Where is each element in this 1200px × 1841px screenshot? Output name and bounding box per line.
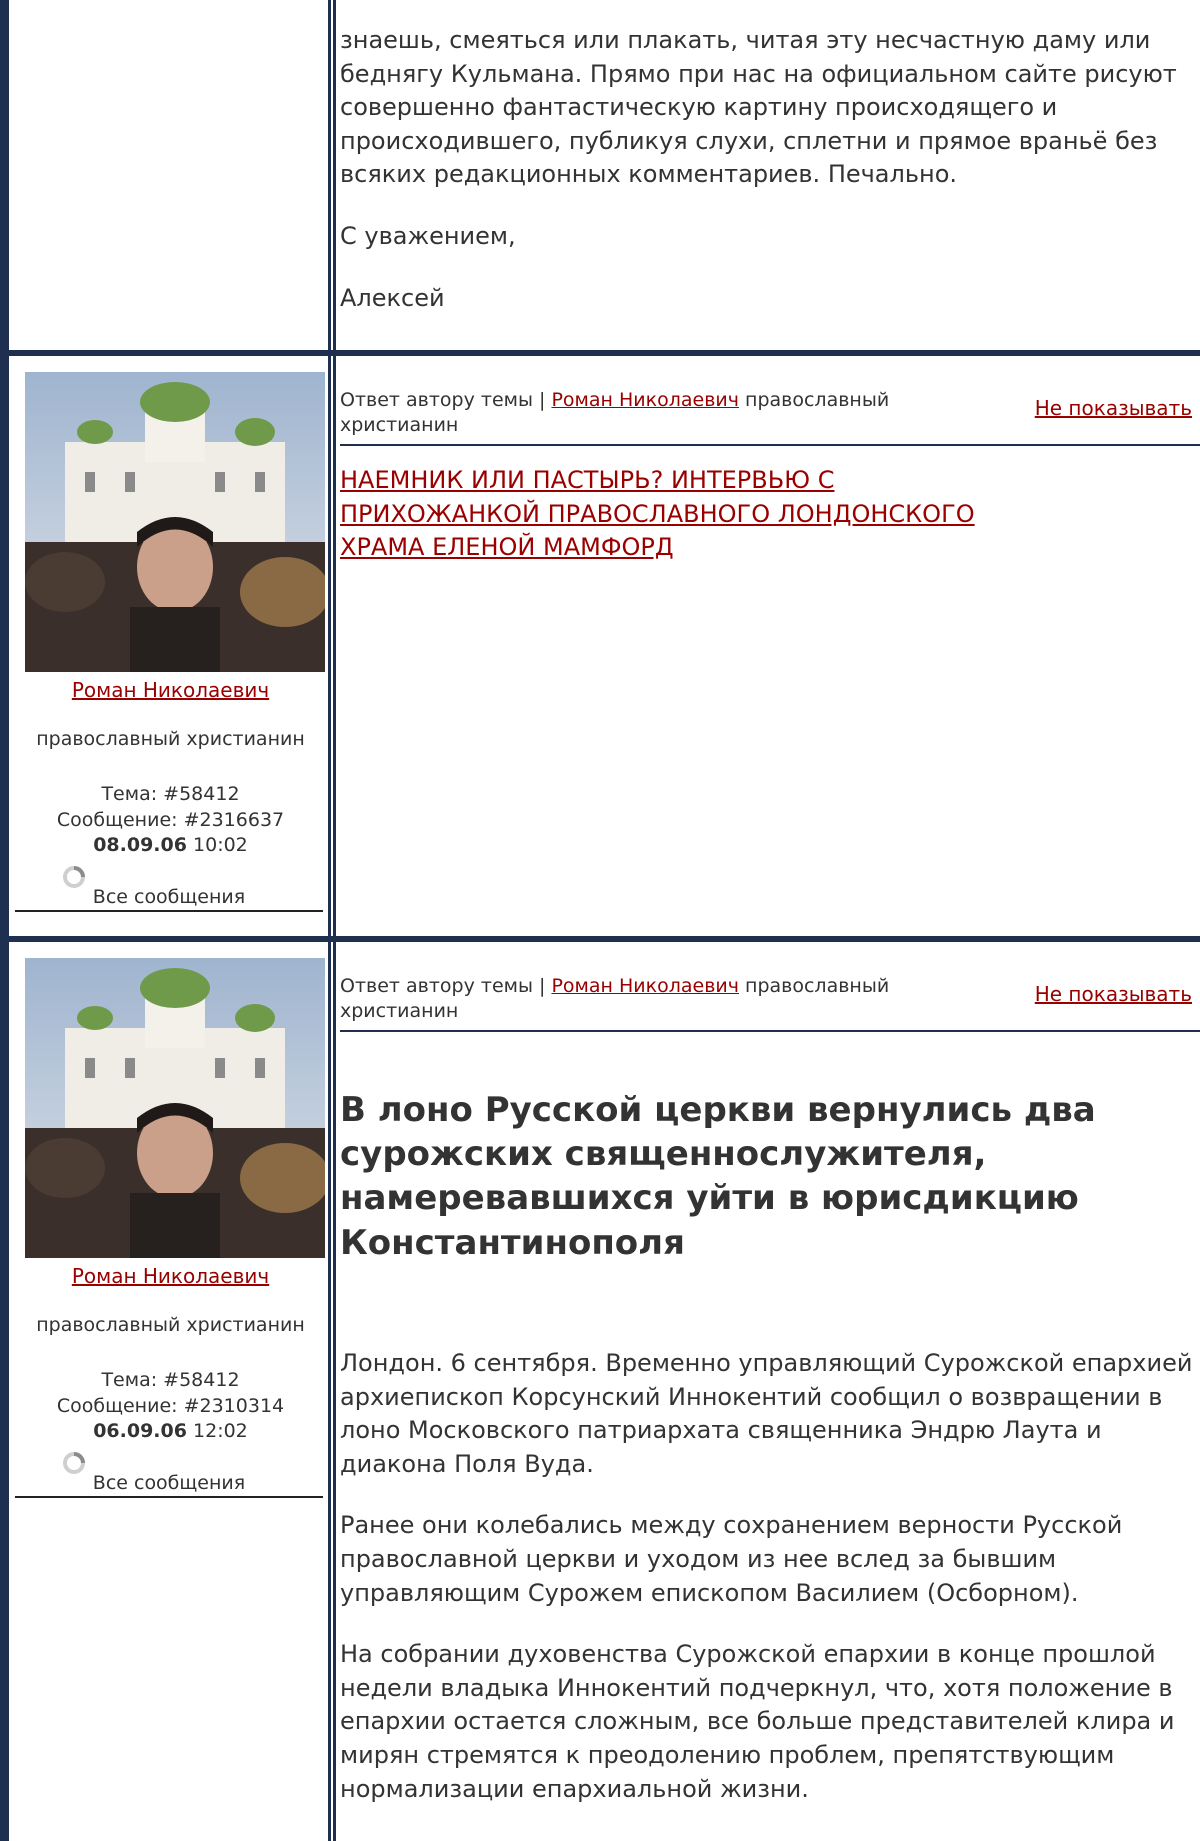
- article-headline: В лоно Русской церкви вернулись два суро…: [340, 1090, 1096, 1263]
- post-datetime: 06.09.06 12:02: [9, 1419, 332, 1445]
- reply-author-link[interactable]: Роман Николаевич: [551, 389, 739, 411]
- all-messages-link[interactable]: Все сообщения: [15, 886, 323, 912]
- hide-post-link[interactable]: Не показывать: [1035, 396, 1192, 420]
- message-id: Сообщение: #2316637: [56, 808, 285, 831]
- column-separator: [328, 942, 336, 1841]
- column-separator: [328, 0, 336, 356]
- post-time: 10:02: [193, 834, 248, 857]
- author-panel-empty: [9, 0, 332, 356]
- header-divider: [340, 1030, 1200, 1032]
- column-separator: [328, 356, 336, 942]
- avatar[interactable]: [25, 958, 325, 1258]
- author-name-link[interactable]: Роман Николаевич: [9, 678, 332, 702]
- article-body: Лондон. 6 сентября. Временно управляющий…: [340, 1347, 1200, 1834]
- article-paragraph: Ранее они колебались между сохранением в…: [340, 1511, 1123, 1607]
- author-name-link[interactable]: Роман Николаевич: [9, 1264, 332, 1288]
- post-meta: Тема: #58412 Сообщение: #2316637 08.09.0…: [9, 782, 332, 859]
- author-panel: Роман Николаевич православный христианин…: [9, 356, 332, 942]
- reply-author-link[interactable]: Роман Николаевич: [551, 975, 739, 997]
- post-body: знаешь, смеяться или плакать, читая эту …: [340, 0, 1200, 380]
- message-id: Сообщение: #2310314: [56, 1394, 285, 1417]
- avatar[interactable]: [25, 372, 325, 672]
- post-date: 08.09.06: [93, 834, 187, 857]
- post-header: Ответ автору темы | Роман Николаевич пра…: [340, 388, 900, 437]
- post-row-1: знаешь, смеяться или плакать, читая эту …: [0, 0, 1200, 356]
- post-datetime: 08.09.06 10:02: [9, 833, 332, 859]
- author-panel: Роман Николаевич православный христианин…: [9, 942, 332, 1841]
- post-signature-greeting: С уважением,: [340, 221, 516, 250]
- all-messages-link[interactable]: Все сообщения: [15, 1472, 323, 1498]
- post-paragraph: знаешь, смеяться или плакать, читая эту …: [340, 26, 1177, 189]
- article-paragraph: На собрании духовенства Сурожской епархи…: [340, 1640, 1175, 1803]
- avatar-photo: [25, 958, 325, 1258]
- topic-id: Тема: #58412: [101, 783, 240, 805]
- post-content: Ответ автору темы | Роман Николаевич пра…: [340, 356, 1200, 942]
- post-row-3: Роман Николаевич православный христианин…: [0, 942, 1200, 1841]
- topic-id: Тема: #58412: [101, 1369, 240, 1391]
- post-content: Ответ автору темы | Роман Николаевич пра…: [340, 942, 1200, 1841]
- post-date: 06.09.06: [93, 1420, 187, 1443]
- header-divider: [340, 444, 1200, 446]
- post-signature-name: Алексей: [340, 283, 445, 312]
- forum-page: знаешь, смеяться или плакать, читая эту …: [0, 0, 1200, 1841]
- hide-post-link[interactable]: Не показывать: [1035, 982, 1192, 1006]
- reply-prefix: Ответ автору темы |: [340, 975, 552, 997]
- avatar-photo: [25, 372, 325, 672]
- post-header: Ответ автору темы | Роман Николаевич пра…: [340, 974, 900, 1023]
- post-time: 12:02: [193, 1420, 248, 1443]
- post-row-2: Роман Николаевич православный христианин…: [0, 356, 1200, 942]
- post-meta: Тема: #58412 Сообщение: #2310314 06.09.0…: [9, 1368, 332, 1445]
- article-paragraph: Лондон. 6 сентября. Временно управляющий…: [340, 1349, 1193, 1478]
- article-link[interactable]: НАЕМНИК ИЛИ ПАСТЫРЬ? ИНТЕРВЬЮ С ПРИХОЖАН…: [340, 464, 1040, 565]
- author-status: православный христианин: [36, 728, 305, 750]
- author-status: православный христианин: [36, 1314, 305, 1336]
- reply-prefix: Ответ автору темы |: [340, 389, 552, 411]
